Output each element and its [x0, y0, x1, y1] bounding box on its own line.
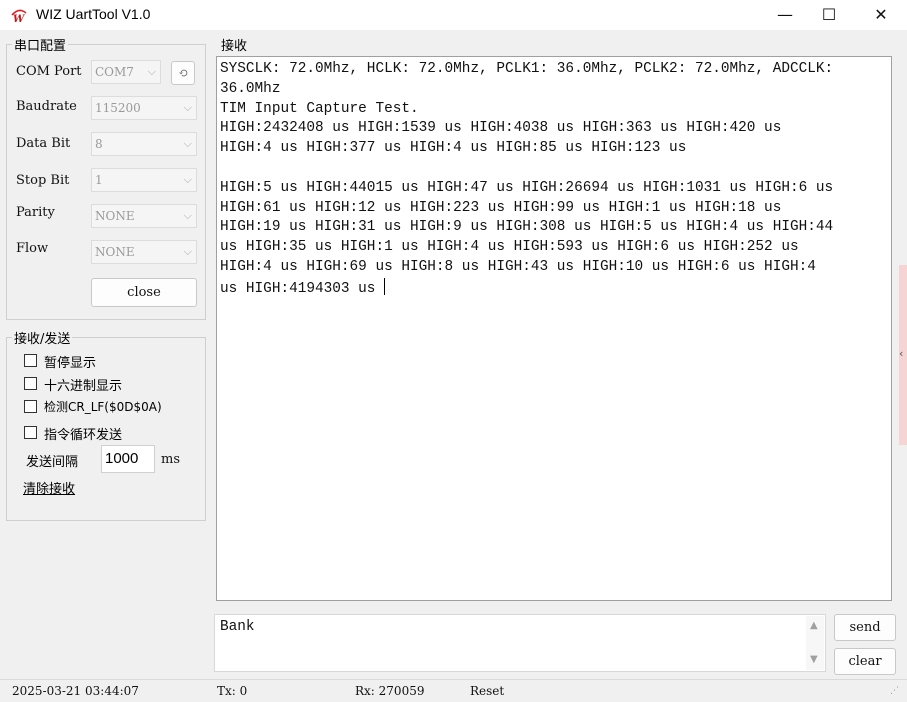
- receive-line: TIM Input Capture Test.: [220, 100, 419, 117]
- text-caret: [384, 277, 386, 295]
- baudrate-select[interactable]: 115200 ⌵: [91, 96, 197, 120]
- parity-label: Parity: [16, 205, 55, 220]
- close-window-button[interactable]: ✕: [858, 0, 904, 30]
- maximize-button[interactable]: ☐: [806, 0, 852, 30]
- send-button[interactable]: send: [834, 614, 896, 641]
- chevron-down-icon: ⌵: [183, 137, 192, 150]
- hex-display-checkbox[interactable]: [24, 377, 37, 390]
- com-port-label: COM Port: [16, 64, 82, 79]
- send-input[interactable]: [214, 614, 826, 672]
- com-port-select[interactable]: COM7 ⌵: [91, 60, 161, 84]
- baudrate-label: Baudrate: [16, 99, 77, 114]
- svg-text:W: W: [13, 14, 26, 23]
- window-title: WIZ UartTool V1.0: [36, 6, 151, 22]
- chevron-down-icon: ⌵: [147, 65, 156, 78]
- refresh-ports-button[interactable]: ⟲: [171, 61, 195, 85]
- reset-counters-button[interactable]: Reset: [470, 684, 504, 698]
- send-scrollbar[interactable]: ▲ ▼: [806, 616, 824, 670]
- baudrate-value: 115200: [95, 101, 141, 115]
- stop-bit-select[interactable]: 1 ⌵: [91, 168, 197, 192]
- detect-crlf-checkbox[interactable]: [24, 400, 37, 413]
- parity-value: NONE: [95, 209, 135, 223]
- send-interval-input[interactable]: 1000: [101, 445, 155, 473]
- chevron-down-icon: ⌵: [183, 173, 192, 186]
- receive-line: us HIGH:4194303 us: [220, 277, 888, 300]
- loop-send-label: 指令循环发送: [44, 428, 123, 443]
- scroll-up-icon[interactable]: ▲: [810, 620, 818, 631]
- status-rx-count: Rx: 270059: [355, 684, 425, 698]
- resize-grip-icon[interactable]: ⋰: [890, 686, 899, 696]
- minimize-button[interactable]: —: [762, 0, 808, 30]
- chevron-down-icon: ⌵: [183, 245, 192, 258]
- receive-line: HIGH:61 us HIGH:12 us HIGH:223 us HIGH:9…: [220, 199, 782, 216]
- receive-line: HIGH:4 us HIGH:69 us HIGH:8 us HIGH:43 u…: [220, 258, 816, 275]
- send-interval-label: 发送间隔: [26, 455, 79, 470]
- pause-display-label: 暂停显示: [44, 356, 97, 371]
- receive-line: HIGH:4 us HIGH:377 us HIGH:4 us HIGH:85 …: [220, 140, 687, 157]
- status-tx-count: Tx: 0: [217, 684, 248, 698]
- pause-display-checkbox[interactable]: [24, 354, 37, 367]
- close-port-button[interactable]: close: [91, 278, 197, 307]
- receive-line: SYSCLK: 72.0Mhz, HCLK: 72.0Mhz, PCLK1: 3…: [220, 61, 834, 77]
- serial-config-title: 串口配置: [12, 35, 69, 54]
- detect-crlf-label: 检测CR_LF($0D$0A): [44, 400, 162, 414]
- loop-send-checkbox[interactable]: [24, 426, 37, 439]
- wiz-logo-icon: W: [11, 9, 27, 23]
- stop-bit-label: Stop Bit: [16, 173, 70, 188]
- receive-line: HIGH:5 us HIGH:44015 us HIGH:47 us HIGH:…: [220, 179, 834, 196]
- receive-line: us HIGH:35 us HIGH:1 us HIGH:4 us HIGH:5…: [220, 239, 799, 256]
- stop-bit-value: 1: [95, 173, 103, 187]
- receive-line: HIGH:2432408 us HIGH:1539 us HIGH:4038 u…: [220, 120, 782, 137]
- flow-value: NONE: [95, 245, 135, 259]
- receive-line: [220, 159, 888, 179]
- chevron-left-icon[interactable]: ‹: [899, 347, 903, 360]
- receive-line: 36.0Mhz: [220, 80, 281, 97]
- flow-select[interactable]: NONE ⌵: [91, 240, 197, 264]
- receive-line: HIGH:19 us HIGH:31 us HIGH:9 us HIGH:308…: [220, 219, 834, 236]
- com-port-value: COM7: [95, 65, 134, 79]
- receive-title: 接收: [221, 39, 248, 54]
- status-datetime: 2025-03-21 03:44:07: [12, 684, 139, 698]
- rx-tx-title: 接收/发送: [12, 328, 73, 347]
- data-bit-value: 8: [95, 137, 103, 151]
- receive-text: SYSCLK: 72.0Mhz, HCLK: 72.0Mhz, PCLK1: 3…: [220, 60, 888, 300]
- clear-receive-link[interactable]: 清除接收: [23, 478, 75, 497]
- hex-display-label: 十六进制显示: [44, 379, 123, 394]
- chevron-down-icon: ⌵: [183, 101, 192, 114]
- send-interval-unit: ms: [161, 452, 180, 467]
- parity-select[interactable]: NONE ⌵: [91, 204, 197, 228]
- refresh-icon: ⟲: [177, 66, 189, 80]
- chevron-down-icon: ⌵: [183, 209, 192, 222]
- scroll-down-icon[interactable]: ▼: [810, 654, 818, 665]
- clear-send-button[interactable]: clear: [834, 648, 896, 675]
- data-bit-label: Data Bit: [16, 136, 71, 151]
- data-bit-select[interactable]: 8 ⌵: [91, 132, 197, 156]
- flow-label: Flow: [16, 241, 49, 256]
- send-input-text: Bank: [220, 619, 255, 635]
